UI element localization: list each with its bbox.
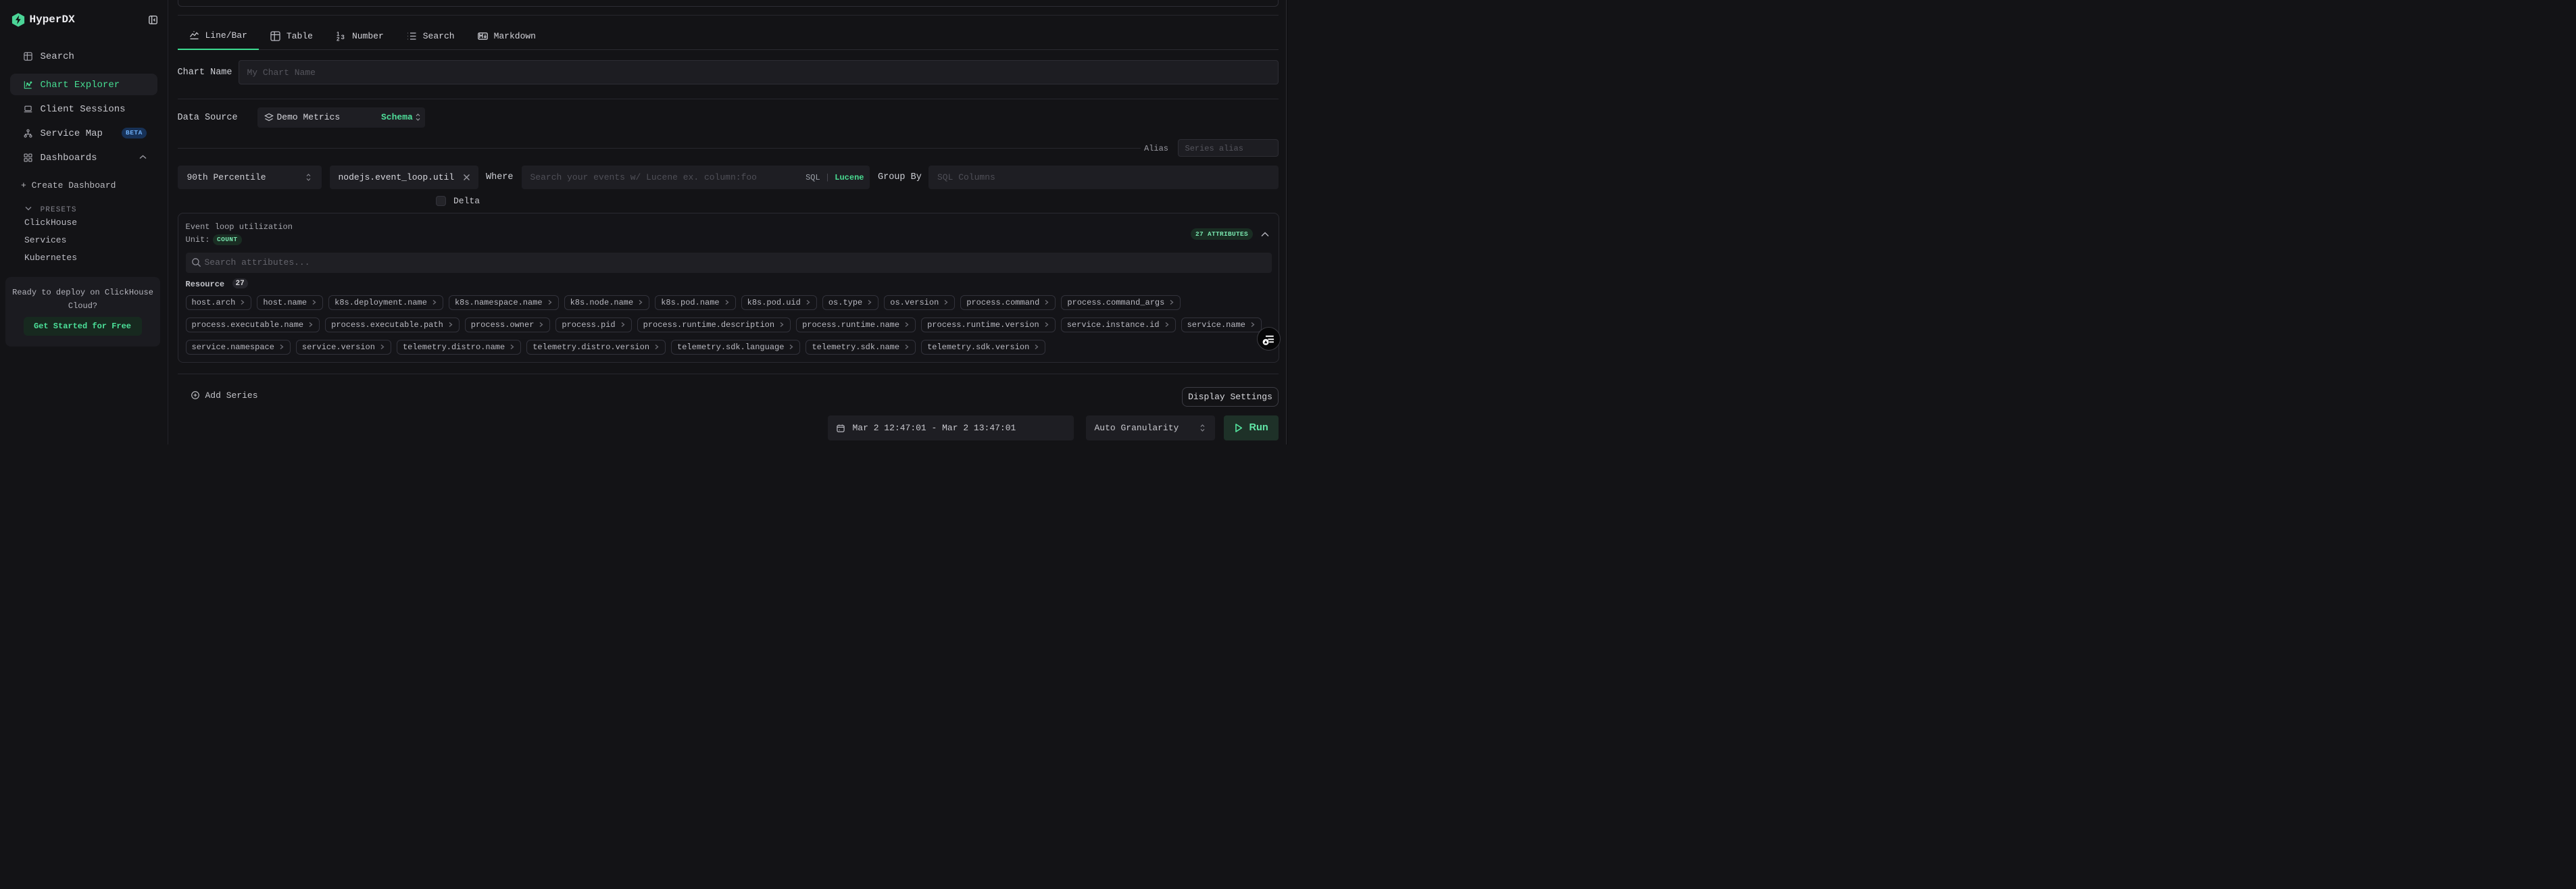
svg-text:3: 3 <box>341 34 344 41</box>
svg-text:2: 2 <box>337 36 340 42</box>
